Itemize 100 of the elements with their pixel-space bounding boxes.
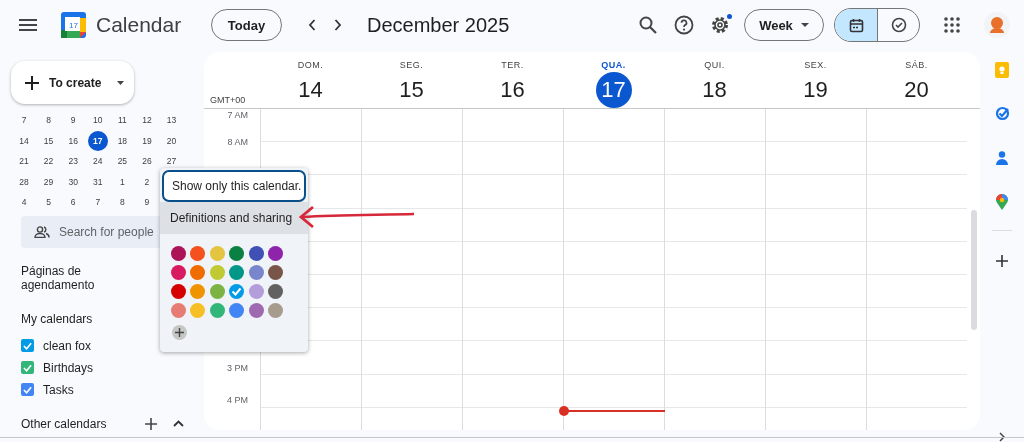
plus-icon (25, 75, 39, 90)
mini-calendar-day[interactable]: 21 (14, 151, 34, 172)
date-number[interactable]: 20 (898, 72, 935, 108)
chevron-up-icon[interactable] (173, 420, 184, 428)
apps-grid-icon[interactable] (944, 17, 960, 33)
color-swatch[interactable] (229, 284, 245, 299)
create-button[interactable]: To create (11, 61, 134, 104)
color-swatch[interactable] (229, 246, 245, 261)
date-number[interactable]: 14 (292, 72, 329, 108)
color-swatch[interactable] (267, 284, 283, 299)
color-swatch[interactable] (190, 303, 206, 318)
color-swatch[interactable] (209, 284, 225, 299)
mini-calendar-day[interactable]: 23 (63, 151, 84, 172)
mini-calendar-day[interactable]: 14 (14, 130, 34, 151)
mini-calendar-day[interactable]: 5 (38, 192, 59, 213)
calendar-view-button[interactable] (835, 9, 877, 41)
timezone-label: GMT+00 (209, 95, 247, 107)
mini-calendar-day[interactable]: 8 (112, 192, 133, 213)
calendar-name[interactable]: clean fox (43, 338, 92, 353)
scheduling-pages-heading[interactable]: Páginas de agendamento (21, 263, 111, 292)
mini-calendar-day[interactable]: 24 (87, 151, 108, 172)
color-swatch[interactable] (248, 303, 264, 318)
color-swatch[interactable] (267, 265, 283, 280)
mini-calendar-day[interactable]: 20 (161, 130, 182, 151)
color-swatch[interactable] (248, 265, 264, 280)
color-swatch[interactable] (209, 265, 225, 280)
chevron-left-icon[interactable] (308, 19, 316, 31)
color-swatch[interactable] (248, 284, 264, 299)
color-swatch[interactable] (209, 303, 225, 318)
mini-calendar-day[interactable]: 26 (136, 151, 157, 172)
mini-calendar-day[interactable]: 7 (14, 110, 34, 130)
mini-calendar-day[interactable]: 6 (63, 192, 84, 213)
settings-icon[interactable] (710, 15, 730, 35)
mini-calendar-day[interactable]: 2 (136, 171, 157, 192)
color-swatch[interactable] (171, 284, 186, 299)
mini-calendar-day[interactable]: 31 (87, 171, 108, 192)
menu-item[interactable]: Definitions and sharing (160, 202, 308, 234)
chevron-right-icon[interactable] (999, 432, 1005, 442)
color-swatch[interactable] (190, 246, 206, 261)
mini-calendar-day[interactable]: 22 (38, 151, 59, 172)
color-swatch[interactable] (171, 246, 186, 261)
mini-calendar-day[interactable]: 10 (87, 110, 108, 130)
date-number[interactable]: 19 (797, 72, 834, 108)
person-icon[interactable] (996, 151, 1008, 165)
mini-calendar-day[interactable]: 4 (14, 192, 34, 213)
help-icon[interactable] (674, 15, 694, 35)
color-swatch[interactable] (209, 246, 225, 261)
date-number[interactable]: 18 (696, 72, 733, 108)
date-number[interactable]: 16 (494, 72, 531, 108)
calendar-checkbox[interactable] (21, 339, 34, 353)
mini-calendar-day[interactable]: 9 (136, 192, 157, 213)
date-number[interactable]: 17 (595, 72, 632, 108)
calendar-name[interactable]: Tasks (43, 382, 74, 397)
mini-calendar-day[interactable]: 9 (63, 110, 84, 130)
chevron-right-icon[interactable] (334, 19, 342, 31)
calendar-checkbox[interactable] (21, 383, 34, 397)
color-swatch[interactable] (190, 265, 206, 280)
color-swatch[interactable] (267, 246, 283, 261)
calendar-icon (848, 17, 864, 33)
period-title: December 2025 (367, 13, 510, 37)
mini-calendar-day[interactable]: 16 (63, 130, 84, 151)
mini-calendar-day[interactable]: 30 (63, 171, 84, 192)
time-label: 4 PM (227, 394, 248, 405)
calendar-logo-icon (61, 12, 86, 38)
color-swatch[interactable] (171, 265, 186, 280)
mini-calendar-day[interactable]: 27 (161, 151, 182, 172)
add-color-button[interactable] (172, 325, 187, 340)
mini-calendar-day[interactable]: 25 (112, 151, 133, 172)
caret-icon (117, 80, 125, 85)
mini-calendar-day[interactable]: 15 (38, 130, 59, 151)
mini-calendar-day[interactable]: 18 (112, 130, 133, 151)
menu-item[interactable]: Show only this calendar. (162, 170, 306, 202)
mini-calendar-day[interactable]: 19 (136, 130, 157, 151)
mini-calendar-day[interactable]: 13 (161, 110, 182, 130)
color-swatch[interactable] (248, 246, 264, 261)
plus-icon[interactable] (996, 255, 1008, 267)
check-circle-icon[interactable] (994, 106, 1010, 121)
date-number[interactable]: 15 (393, 72, 430, 108)
color-swatch[interactable] (229, 303, 245, 318)
mini-calendar-day[interactable]: 28 (14, 171, 34, 192)
mini-calendar-day[interactable]: 1 (112, 171, 133, 192)
plus-icon[interactable] (145, 417, 157, 430)
mini-calendar-day[interactable]: 7 (87, 192, 108, 213)
calendar-checkbox[interactable] (21, 361, 34, 375)
avatar-icon[interactable] (984, 12, 1010, 38)
mini-calendar-day[interactable]: 8 (38, 110, 59, 130)
scrollbar[interactable] (971, 210, 977, 330)
mini-calendar-day[interactable]: 11 (112, 110, 133, 130)
map-pin-icon[interactable] (996, 194, 1008, 210)
color-swatch[interactable] (229, 265, 245, 280)
mini-calendar-day[interactable]: 12 (136, 110, 157, 130)
calendar-name[interactable]: Birthdays (43, 360, 94, 375)
menu-icon[interactable] (19, 19, 37, 31)
mini-calendar-day[interactable]: 17 (87, 130, 108, 151)
search-icon[interactable] (639, 16, 657, 34)
color-swatch[interactable] (267, 303, 283, 318)
color-swatch[interactable] (190, 284, 206, 299)
mini-calendar-day[interactable]: 29 (38, 171, 59, 192)
color-swatch[interactable] (171, 303, 186, 318)
caret-icon (800, 23, 809, 27)
